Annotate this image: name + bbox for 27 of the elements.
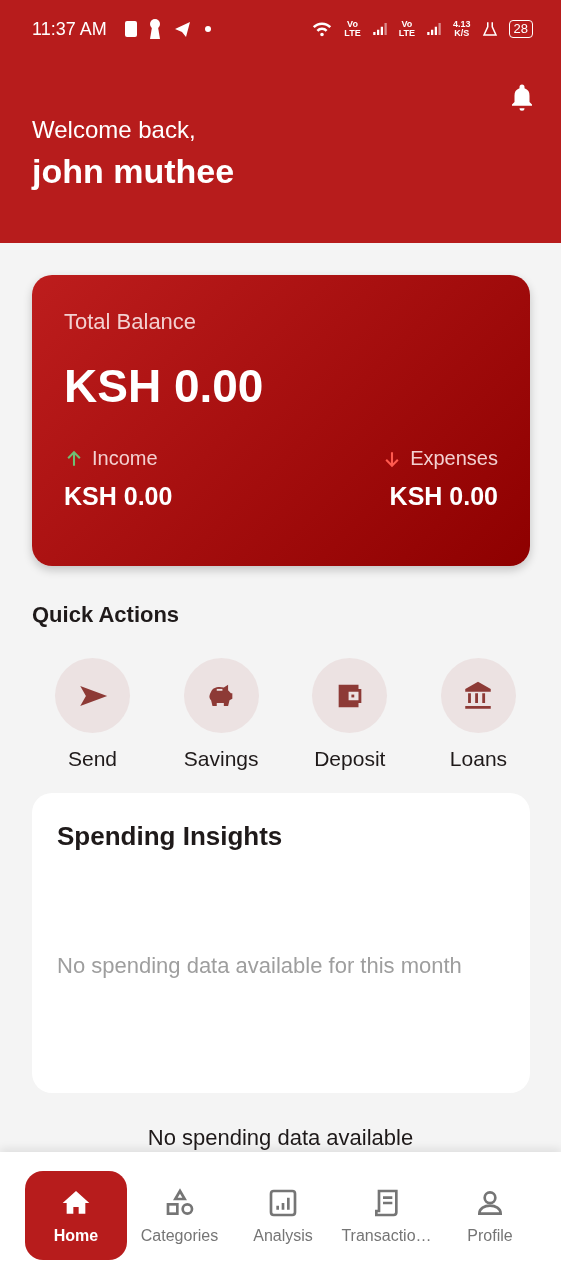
network-speed: 4.13 K/S xyxy=(453,20,471,38)
battery-level: 28 xyxy=(508,20,533,38)
income-label: Income xyxy=(92,447,158,470)
income-amount: KSH 0.00 xyxy=(64,482,173,511)
balance-title: Total Balance xyxy=(64,309,198,335)
empty-message: No spending data available for this month xyxy=(57,952,463,980)
nav-tab[interactable]: Transactio… xyxy=(335,1171,438,1260)
flask-icon xyxy=(480,19,499,39)
network-label: Vo LTE xyxy=(344,20,361,38)
status-time: 11:37 AM xyxy=(32,18,107,40)
quick-action-button[interactable]: Send xyxy=(30,658,155,771)
expenses-amount: KSH 0.00 xyxy=(389,482,498,511)
nav-tab[interactable]: Home xyxy=(25,1171,127,1260)
greeting-text: Welcome back, xyxy=(32,116,197,144)
user-name: john muthee xyxy=(32,152,236,191)
section-title: Quick Actions xyxy=(32,602,181,628)
insights-title: Spending Insights xyxy=(57,821,284,852)
quick-action-button[interactable]: Loans xyxy=(415,658,541,771)
nav-tab[interactable]: Analysis xyxy=(232,1171,334,1260)
balance-amount: KSH 0.00 xyxy=(64,359,265,413)
empty-message: No spending data available xyxy=(146,1125,415,1151)
nav-tab[interactable]: Categories xyxy=(128,1171,231,1260)
quick-action-button[interactable]: Savings xyxy=(158,658,284,771)
nav-tab[interactable]: Profile xyxy=(439,1171,541,1260)
expenses-label: Expenses xyxy=(410,447,498,470)
quick-action-button[interactable]: Deposit xyxy=(287,658,413,771)
network-label: Vo LTE xyxy=(398,20,415,38)
